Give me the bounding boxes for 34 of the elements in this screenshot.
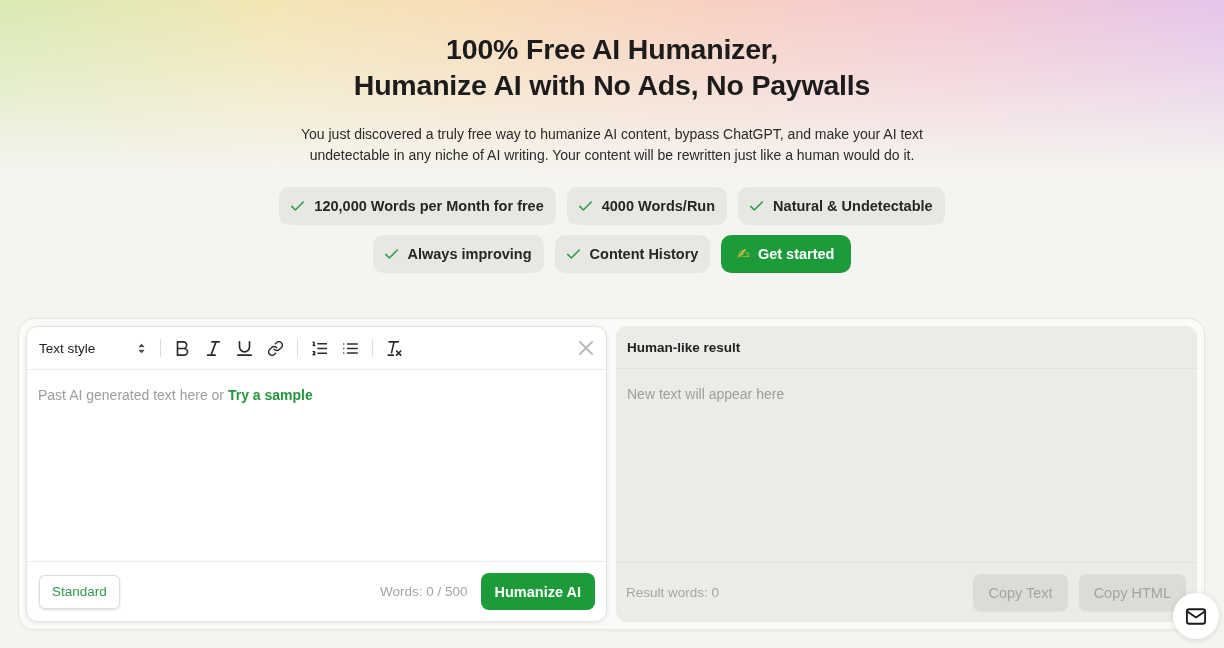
- mail-icon: [1186, 607, 1206, 625]
- writing-hand-icon: ✍: [737, 246, 750, 262]
- check-icon: [566, 249, 580, 259]
- check-icon: [384, 249, 398, 259]
- feature-label: Always improving: [407, 246, 532, 262]
- intro-paragraph: You just discovered a truly free way to humanize AI content, bypass ChatGPT, and make your AI text undetectable in any niche of AI writing. Your content will be rewritten just like a human would do it.: [299, 125, 924, 165]
- check-icon: [750, 201, 764, 211]
- text-style-select[interactable]: Text style: [38, 340, 146, 356]
- result-title: Human-like result: [627, 339, 741, 355]
- placeholder-text: New text will appear here: [627, 386, 785, 402]
- italic-icon[interactable]: [206, 340, 221, 356]
- check-icon: [291, 201, 305, 211]
- bold-icon[interactable]: [175, 340, 190, 356]
- humanize-button[interactable]: Humanize AI: [480, 573, 595, 610]
- result-word-count: Result words: 0: [626, 585, 720, 600]
- check-icon: [578, 201, 592, 211]
- bullet-list-icon[interactable]: [343, 340, 358, 356]
- text-input-field[interactable]: Past AI generated text here or Try a sample: [27, 370, 606, 562]
- feature-label: 120,000 Words per Month for free: [314, 198, 544, 214]
- chevron-up-down-icon: [138, 342, 145, 354]
- numbered-list-icon[interactable]: [312, 340, 327, 356]
- try-sample-link[interactable]: Try a sample: [227, 387, 313, 403]
- mode-button[interactable]: Standard: [39, 574, 120, 609]
- feature-label: 4000 Words/Run: [601, 198, 716, 214]
- word-count: Words: 0 / 500: [379, 584, 468, 599]
- placeholder-text: Past AI generated text here or Try a sample: [38, 386, 314, 404]
- feature-label: Natural & Undetectable: [773, 198, 933, 214]
- get-started-button[interactable]: ✍ Get started: [721, 235, 852, 273]
- underline-icon[interactable]: [237, 340, 252, 356]
- feature-label: Content History: [589, 246, 699, 262]
- link-icon[interactable]: [268, 340, 283, 356]
- clear-formatting-icon[interactable]: [387, 340, 402, 356]
- mail-button[interactable]: [1173, 593, 1219, 639]
- page-title: 100% Free AI Humanizer, Humanize AI with No Ads, No Paywalls: [353, 32, 871, 103]
